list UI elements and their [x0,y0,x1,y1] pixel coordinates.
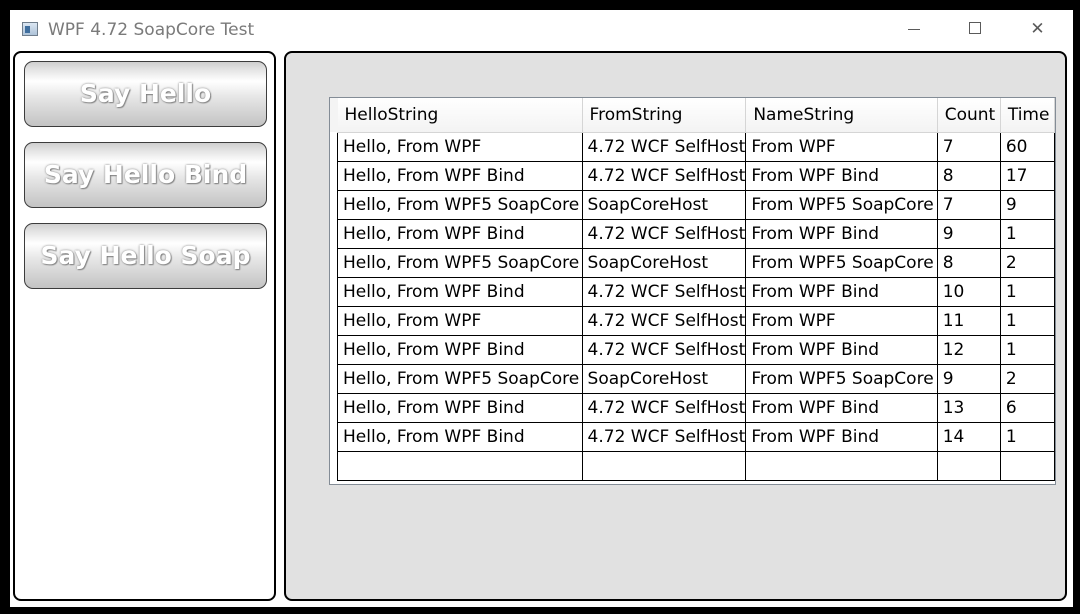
cell-namestring[interactable]: From WPF Bind [745,393,938,423]
cell-time[interactable]: 1 [999,335,1055,365]
column-header-time[interactable]: Time [1000,98,1055,133]
empty-cell[interactable] [936,451,1001,481]
cell-hellostring[interactable]: Hello, From WPF [337,306,583,336]
column-header-fromstring[interactable]: FromString [582,98,747,133]
cell-count[interactable]: 11 [936,306,1001,336]
cell-time[interactable]: 1 [999,306,1055,336]
cell-time[interactable]: 17 [999,161,1055,191]
empty-cell[interactable] [581,451,747,481]
cell-time[interactable]: 1 [999,277,1055,307]
cell-hellostring[interactable]: Hello, From WPF Bind [337,335,583,365]
cell-namestring[interactable]: From WPF5 SoapCore [745,190,938,220]
table-row[interactable]: Hello, From WPF Bind 4.72 WCF SelfHost Fro… [337,219,1055,249]
cell-time[interactable]: 1 [999,219,1055,249]
cell-time[interactable]: 6 [999,393,1055,423]
minimize-button[interactable] [884,10,945,48]
cell-time[interactable]: 2 [999,364,1055,394]
cell-count[interactable]: 10 [936,277,1001,307]
minimize-icon [908,29,920,30]
cell-fromstring[interactable]: 4.72 WCF SelfHost [581,161,747,191]
cell-hellostring[interactable]: Hello, From WPF Bind [337,422,583,452]
cell-count[interactable]: 7 [936,132,1001,162]
cell-fromstring[interactable]: 4.72 WCF SelfHost [581,277,747,307]
say-hello-bind-button[interactable]: Say Hello Bind [24,142,267,208]
cell-namestring[interactable]: From WPF Bind [745,277,938,307]
cell-time[interactable]: 60 [999,132,1055,162]
cell-fromstring[interactable]: SoapCoreHost [581,364,747,394]
cell-count[interactable]: 7 [936,190,1001,220]
maximize-button[interactable] [945,10,1006,48]
table-row[interactable]: Hello, From WPF5 SoapCore SoapCoreHost Fro… [337,248,1055,278]
results-data-grid[interactable]: HelloString FromString NameString Count … [329,97,1056,485]
table-row[interactable]: Hello, From WPF Bind 4.72 WCF SelfHost Fro… [337,161,1055,191]
table-row[interactable]: Hello, From WPF 4.72 WCF SelfHost From WPF… [337,306,1055,336]
cell-namestring[interactable]: From WPF Bind [745,161,938,191]
cell-namestring[interactable]: From WPF5 SoapCore [745,364,938,394]
table-row[interactable]: Hello, From WPF 4.72 WCF SelfHost From WPF… [337,132,1055,162]
maximize-icon [969,22,981,34]
window-app-icon[interactable] [22,22,38,36]
cell-hellostring[interactable]: Hello, From WPF Bind [337,219,583,249]
cell-hellostring[interactable]: Hello, From WPF Bind [337,277,583,307]
button-panel: Say Hello Say Hello Bind Say Hello Soap [13,51,276,601]
cell-hellostring[interactable]: Hello, From WPF Bind [337,161,583,191]
cell-count[interactable]: 9 [936,364,1001,394]
new-item-row[interactable] [337,451,1055,481]
cell-fromstring[interactable]: 4.72 WCF SelfHost [581,335,747,365]
window-title: WPF 4.72 SoapCore Test [48,20,255,40]
say-hello-soap-button[interactable]: Say Hello Soap [24,223,267,289]
cell-namestring[interactable]: From WPF [745,306,938,336]
cell-hellostring[interactable]: Hello, From WPF Bind [337,393,583,423]
cell-count[interactable]: 8 [936,248,1001,278]
cell-fromstring[interactable]: 4.72 WCF SelfHost [581,132,747,162]
column-header-namestring[interactable]: NameString [745,98,938,133]
results-panel: HelloString FromString NameString Count … [284,51,1067,601]
results-table: HelloString FromString NameString Count … [337,98,1055,481]
cell-count[interactable]: 14 [936,422,1001,452]
cell-fromstring[interactable]: 4.72 WCF SelfHost [581,306,747,336]
cell-fromstring[interactable]: SoapCoreHost [581,190,747,220]
cell-count[interactable]: 12 [936,335,1001,365]
say-hello-button[interactable]: Say Hello [24,61,267,127]
column-header-hellostring[interactable]: HelloString [337,98,583,133]
cell-namestring[interactable]: From WPF Bind [745,422,938,452]
cell-time[interactable]: 2 [999,248,1055,278]
app-window: WPF 4.72 SoapCore Test ✕ Say Hello Say H… [10,10,1073,607]
cell-namestring[interactable]: From WPF5 SoapCore [745,248,938,278]
table-row[interactable]: Hello, From WPF Bind 4.72 WCF SelfHost Fro… [337,335,1055,365]
cell-fromstring[interactable]: 4.72 WCF SelfHost [581,422,747,452]
empty-cell[interactable] [999,451,1055,481]
cell-hellostring[interactable]: Hello, From WPF [337,132,583,162]
empty-cell[interactable] [745,451,938,481]
grid-header-row: HelloString FromString NameString Count … [337,98,1055,133]
close-button[interactable]: ✕ [1007,10,1068,48]
close-icon: ✕ [1030,19,1045,39]
cell-namestring[interactable]: From WPF [745,132,938,162]
cell-namestring[interactable]: From WPF Bind [745,219,938,249]
cell-hellostring[interactable]: Hello, From WPF5 SoapCore [337,364,583,394]
table-row[interactable]: Hello, From WPF5 SoapCore SoapCoreHost Fro… [337,190,1055,220]
cell-count[interactable]: 13 [936,393,1001,423]
cell-count[interactable]: 8 [936,161,1001,191]
cell-fromstring[interactable]: SoapCoreHost [581,248,747,278]
table-row[interactable]: Hello, From WPF Bind 4.72 WCF SelfHost Fro… [337,277,1055,307]
cell-fromstring[interactable]: 4.72 WCF SelfHost [581,393,747,423]
cell-hellostring[interactable]: Hello, From WPF5 SoapCore [337,248,583,278]
column-header-count[interactable]: Count [937,98,1001,133]
table-row[interactable]: Hello, From WPF Bind 4.72 WCF SelfHost Fro… [337,422,1055,452]
cell-hellostring[interactable]: Hello, From WPF5 SoapCore [337,190,583,220]
cell-namestring[interactable]: From WPF Bind [745,335,938,365]
cell-fromstring[interactable]: 4.72 WCF SelfHost [581,219,747,249]
cell-time[interactable]: 9 [999,190,1055,220]
table-row[interactable]: Hello, From WPF5 SoapCore SoapCoreHost Fro… [337,364,1055,394]
cell-count[interactable]: 9 [936,219,1001,249]
empty-cell[interactable] [337,451,583,481]
title-bar[interactable]: WPF 4.72 SoapCore Test ✕ [10,10,1073,48]
table-row[interactable]: Hello, From WPF Bind 4.72 WCF SelfHost Fro… [337,393,1055,423]
grid-body: Hello, From WPF 4.72 WCF SelfHost From WPF… [337,132,1055,481]
cell-time[interactable]: 1 [999,422,1055,452]
